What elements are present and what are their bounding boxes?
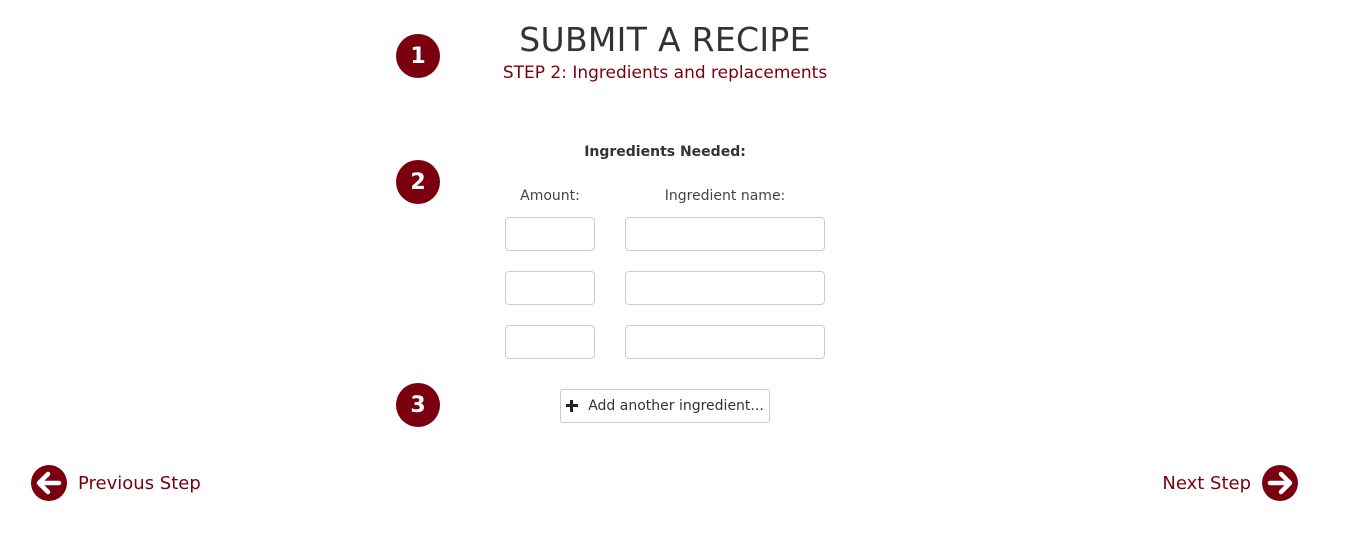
page-subtitle: STEP 2: Ingredients and replacements bbox=[502, 63, 828, 83]
plus-icon bbox=[566, 400, 579, 412]
ingredient-name-input-3[interactable] bbox=[625, 325, 825, 359]
amount-input-3[interactable] bbox=[505, 325, 595, 359]
next-step-link[interactable]: Next Step bbox=[1162, 465, 1298, 501]
ingredient-name-input-2[interactable] bbox=[625, 271, 825, 305]
add-ingredient-label: Add another ingredient... bbox=[588, 398, 764, 414]
arrow-left-circle-icon bbox=[31, 465, 67, 501]
arrow-right-circle-icon bbox=[1262, 465, 1298, 501]
page-title: SUBMIT A RECIPE bbox=[519, 20, 811, 59]
ingredients-heading: Ingredients Needed: bbox=[584, 144, 746, 160]
submit-recipe-page: 1 SUBMIT A RECIPE STEP 2: Ingredients an… bbox=[0, 0, 1352, 544]
ingredient-name-column-label: Ingredient name: bbox=[664, 188, 786, 204]
amount-input-2[interactable] bbox=[505, 271, 595, 305]
add-ingredient-button[interactable]: Add another ingredient... bbox=[560, 389, 770, 423]
step-badge-1: 1 bbox=[396, 34, 440, 78]
ingredient-name-input-1[interactable] bbox=[625, 217, 825, 251]
step-badge-2: 2 bbox=[396, 160, 440, 204]
previous-step-link[interactable]: Previous Step bbox=[31, 465, 201, 501]
amount-input-1[interactable] bbox=[505, 217, 595, 251]
next-step-label: Next Step bbox=[1162, 472, 1251, 494]
step-badge-3: 3 bbox=[396, 383, 440, 427]
amount-column-label: Amount: bbox=[520, 188, 580, 204]
previous-step-label: Previous Step bbox=[78, 472, 201, 494]
